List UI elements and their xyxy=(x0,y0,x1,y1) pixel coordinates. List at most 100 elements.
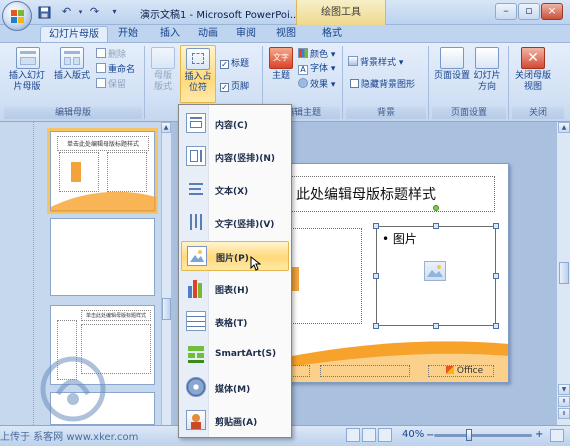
fonts-button[interactable]: A 字体 ▾ xyxy=(298,63,335,76)
main-scrollbar[interactable]: ▲ ▼ ⇞ ⇟ xyxy=(556,122,570,425)
background-styles-icon xyxy=(348,56,358,66)
picture-placeholder-label: • 图片 xyxy=(382,232,417,246)
slide-thumbnail[interactable] xyxy=(50,218,155,296)
tab-format[interactable]: 格式 xyxy=(314,26,350,42)
scroll-down-icon[interactable]: ▼ xyxy=(558,384,570,395)
menu-item-media[interactable]: 媒体(M) xyxy=(181,373,289,403)
normal-view-button[interactable] xyxy=(346,428,360,442)
menu-item-text-vertical[interactable]: 文字(竖排)(V) xyxy=(181,208,289,238)
clipart-icon xyxy=(186,410,206,430)
close-master-view-button[interactable]: ✕ 关闭母版视图 xyxy=(512,47,554,93)
rename-label: 重命名 xyxy=(108,65,136,75)
insert-slide-master-label: 插入幻灯片母版 xyxy=(8,71,45,92)
scroll-thumb[interactable] xyxy=(559,262,569,284)
title-checkbox[interactable]: ✓ 标题 xyxy=(220,58,249,71)
zoom-slider-thumb[interactable] xyxy=(466,429,472,441)
zoom-level[interactable]: 40% xyxy=(402,429,424,440)
footer-placeholder[interactable] xyxy=(320,365,410,377)
content-placeholder[interactable] xyxy=(280,228,362,324)
preserve-button[interactable]: 保留 xyxy=(96,78,126,92)
resize-handle[interactable] xyxy=(373,223,379,229)
effects-button[interactable]: 效果 ▾ xyxy=(298,78,335,92)
menu-item-table[interactable]: 表格(T) xyxy=(181,307,289,337)
menu-item-chart[interactable]: 图表(H) xyxy=(181,274,289,304)
footer-checkbox[interactable]: ✓ 页脚 xyxy=(220,81,249,94)
menu-item-label: 剪贴画(A) xyxy=(215,418,258,428)
hide-background-checkbox[interactable]: 隐藏背景图形 xyxy=(350,79,415,92)
fit-to-window-button[interactable] xyxy=(550,429,564,442)
effects-label: 效果 xyxy=(310,80,329,90)
resize-handle[interactable] xyxy=(433,323,439,329)
tab-view[interactable]: 视图 xyxy=(268,26,304,42)
qat-customize-icon[interactable]: ▾ xyxy=(106,4,123,20)
pane-margin xyxy=(0,122,34,425)
rotate-handle[interactable] xyxy=(433,205,439,211)
text-vertical-icon xyxy=(186,212,206,232)
slide-thumbnail[interactable]: 单击此处编辑母版标题样式 xyxy=(47,128,158,214)
scroll-up-icon[interactable]: ▲ xyxy=(558,122,570,133)
insert-placeholder-button[interactable]: 插入占位符 xyxy=(180,45,216,103)
insert-placeholder-icon xyxy=(186,48,210,70)
tab-animations[interactable]: 动画 xyxy=(190,26,226,42)
zoom-in-icon[interactable]: + xyxy=(535,429,543,440)
resize-handle[interactable] xyxy=(373,273,379,279)
insert-placeholder-label: 插入占位符 xyxy=(184,72,212,93)
resize-handle[interactable] xyxy=(493,323,499,329)
rename-button[interactable]: 重命名 xyxy=(96,63,135,77)
insert-layout-button[interactable]: 插入版式 xyxy=(52,47,92,82)
menu-item-smartart[interactable]: SmartArt(S) xyxy=(181,340,289,370)
zoom-slider[interactable] xyxy=(434,434,532,437)
picture-icon xyxy=(424,261,446,281)
menu-item-content[interactable]: 内容(C) xyxy=(181,109,289,139)
menu-item-clipart[interactable]: 剪贴画(A) xyxy=(181,406,289,436)
themes-button[interactable]: 文字 主题 xyxy=(266,47,296,82)
save-icon[interactable] xyxy=(36,4,53,20)
slide-sorter-button[interactable] xyxy=(362,428,376,442)
tab-review[interactable]: 审阅 xyxy=(228,26,264,42)
insert-slide-master-button[interactable]: 插入幻灯片母版 xyxy=(6,47,50,93)
title-checkbox-label: 标题 xyxy=(231,59,250,69)
preserve-label: 保留 xyxy=(108,80,127,90)
redo-icon[interactable]: ↷ xyxy=(86,4,103,20)
resize-handle[interactable] xyxy=(493,223,499,229)
previous-slide-icon[interactable]: ⇞ xyxy=(558,396,570,407)
menu-item-picture[interactable]: 图片(P) xyxy=(181,241,289,271)
close-window-button[interactable]: × xyxy=(541,3,563,20)
background-styles-button[interactable]: 背景样式 ▾ xyxy=(348,56,403,70)
drawing-tools-context-tab: 绘图工具 xyxy=(296,0,386,25)
text-icon xyxy=(186,179,206,199)
resize-handle[interactable] xyxy=(493,273,499,279)
group-separator xyxy=(144,46,145,119)
tab-slide-master[interactable]: 幻灯片母版 xyxy=(40,26,108,42)
resize-handle[interactable] xyxy=(373,323,379,329)
minimize-button[interactable]: – xyxy=(495,3,517,20)
master-layout-button[interactable]: 母版版式 xyxy=(148,47,178,93)
window-title: 演示文稿1 - Microsoft PowerPoi... xyxy=(140,10,300,21)
menu-item-label: 内容(C) xyxy=(215,121,248,131)
menu-item-content-vertical[interactable]: 内容(竖排)(N) xyxy=(181,142,289,172)
scroll-thumb[interactable] xyxy=(162,298,171,320)
maximize-button[interactable]: ▫ xyxy=(518,3,540,20)
colors-button[interactable]: 颜色 ▾ xyxy=(298,48,335,62)
tab-home[interactable]: 开始 xyxy=(110,26,146,42)
watermark-logo-icon xyxy=(40,356,106,422)
menu-item-label: SmartArt(S) xyxy=(215,349,277,359)
delete-button[interactable]: 删除 xyxy=(96,48,126,62)
office-button[interactable] xyxy=(2,1,32,31)
slide-orientation-label: 幻灯片方向 xyxy=(473,71,501,92)
slide-orientation-button[interactable]: 幻灯片方向 xyxy=(472,47,502,93)
scroll-up-icon[interactable]: ▲ xyxy=(161,122,171,133)
thumbnail-title: 单击此处编辑母版标题样式 xyxy=(81,310,151,321)
preserve-icon xyxy=(96,78,106,88)
watermark-text: 上传于 系客网 www.xker.com xyxy=(0,432,139,443)
slideshow-button[interactable] xyxy=(378,428,392,442)
resize-handle[interactable] xyxy=(433,223,439,229)
office-logo-icon xyxy=(446,366,454,374)
thumbnail-scrollbar[interactable]: ▲ xyxy=(161,122,171,425)
slide-title-text: 此处编辑母版标题样式 xyxy=(296,187,436,203)
tab-insert[interactable]: 插入 xyxy=(152,26,188,42)
next-slide-icon[interactable]: ⇟ xyxy=(558,408,570,419)
group-separator xyxy=(428,46,429,119)
menu-item-text[interactable]: 文本(X) xyxy=(181,175,289,205)
page-setup-button[interactable]: 页面设置 xyxy=(432,47,472,82)
